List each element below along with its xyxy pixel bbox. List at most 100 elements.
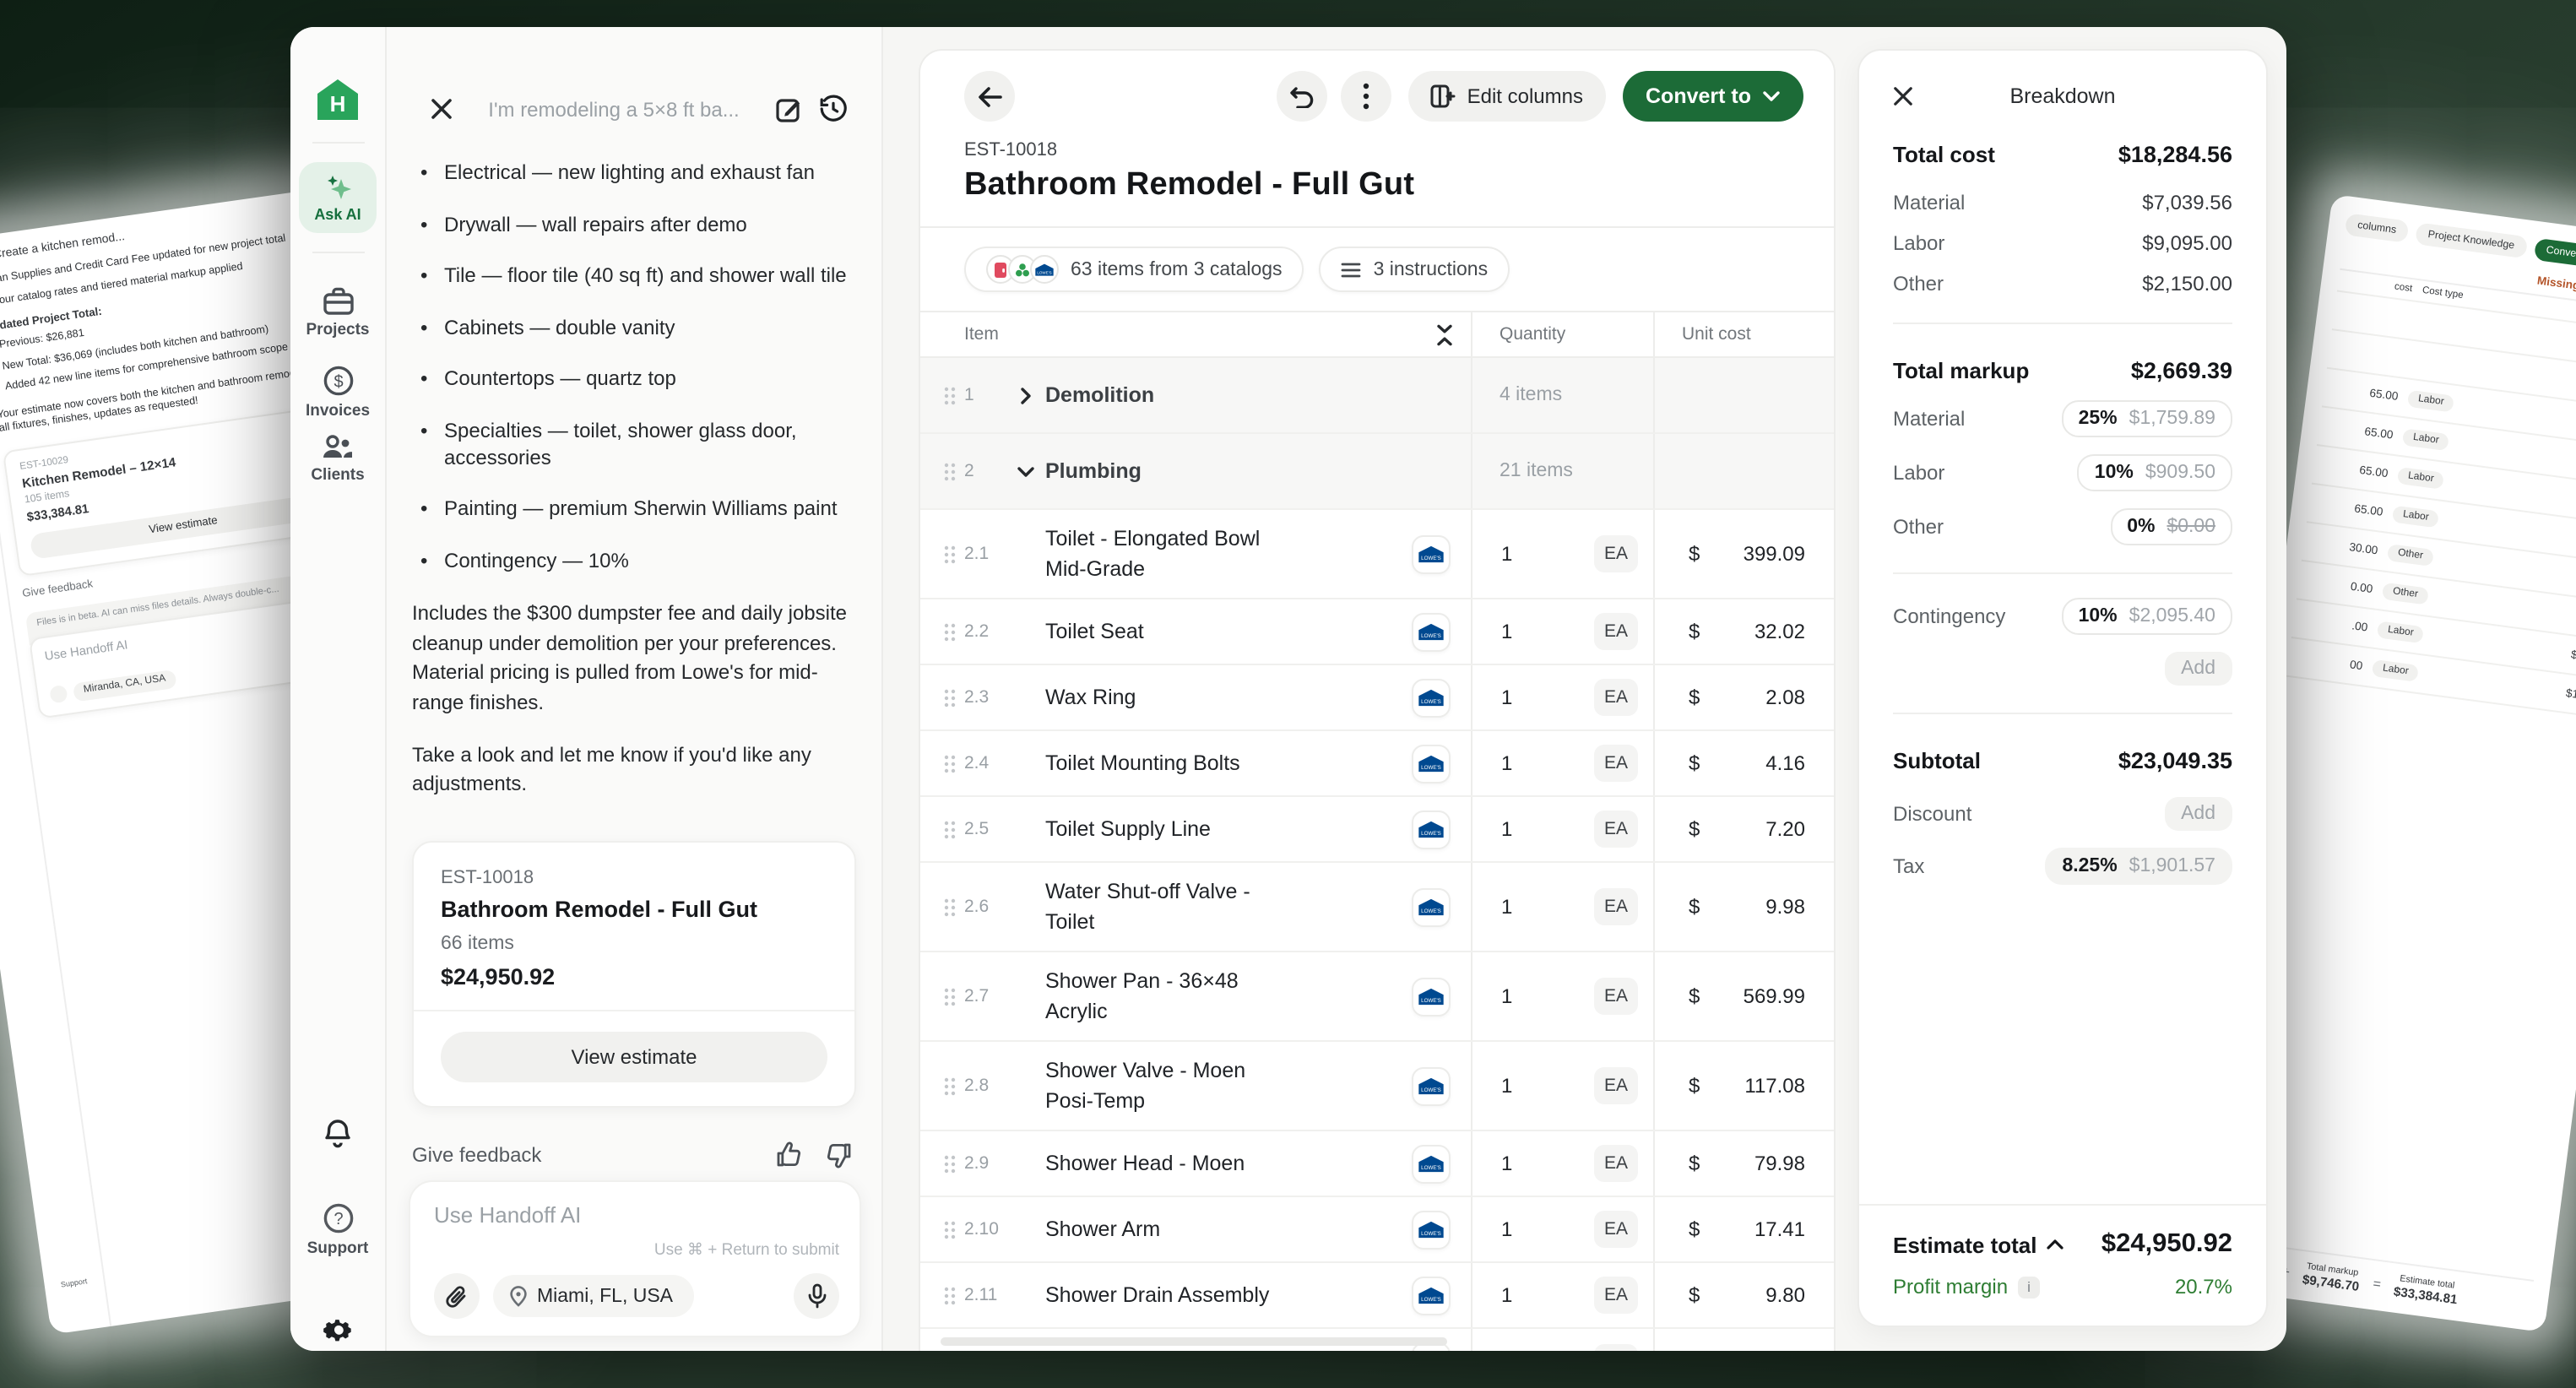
unit-chip[interactable]: EA bbox=[1594, 1277, 1638, 1314]
unit-cost-value[interactable]: 79.98 bbox=[1754, 1152, 1836, 1175]
table-row[interactable]: 2.5Toilet Supply LineLOWE'S 1EA $7.20 bbox=[920, 797, 1834, 863]
unit-chip[interactable]: EA bbox=[1594, 535, 1638, 572]
drag-handle-icon[interactable] bbox=[934, 1154, 964, 1173]
lowes-catalog-icon[interactable]: LOWE'S bbox=[1412, 1210, 1451, 1249]
tax-input[interactable]: 8.25%$1,901.57 bbox=[2045, 848, 2232, 885]
unit-chip[interactable]: EA bbox=[1594, 745, 1638, 782]
horizontal-scrollbar[interactable] bbox=[941, 1337, 1447, 1346]
quantity-value[interactable]: 1 bbox=[1472, 1217, 1594, 1241]
table-row[interactable]: 2.4Toilet Mounting BoltsLOWE'S 1EA $4.16 bbox=[920, 731, 1834, 797]
thumbs-down-button[interactable] bbox=[826, 1141, 853, 1168]
drag-handle-icon[interactable] bbox=[934, 622, 964, 641]
lowes-catalog-icon[interactable]: LOWE'S bbox=[1412, 977, 1451, 1016]
lowes-catalog-icon[interactable]: LOWE'S bbox=[1412, 744, 1451, 783]
group-row-plumbing[interactable]: 2 Plumbing 21 items bbox=[920, 434, 1834, 510]
group-row-demolition[interactable]: 1 Demolition 4 items bbox=[920, 358, 1834, 434]
lowes-catalog-icon[interactable]: LOWE'S bbox=[1412, 1066, 1451, 1105]
labor-markup-input[interactable]: 10%$909.50 bbox=[2078, 454, 2232, 491]
add-discount-button[interactable]: Add bbox=[2164, 797, 2232, 831]
drag-handle-icon[interactable] bbox=[934, 688, 964, 707]
quantity-value[interactable]: 1 bbox=[1472, 542, 1594, 566]
table-row[interactable]: 2.2Toilet SeatLOWE'S 1EA $32.02 bbox=[920, 599, 1834, 665]
chevron-right-icon[interactable] bbox=[1005, 386, 1045, 404]
estimate-total-label[interactable]: Estimate total bbox=[1893, 1232, 2064, 1257]
new-chat-icon[interactable] bbox=[775, 95, 802, 122]
convert-to-button[interactable]: Convert to bbox=[1622, 71, 1803, 122]
unit-cost-value[interactable]: 4.16 bbox=[1765, 751, 1836, 775]
drag-handle-icon[interactable] bbox=[934, 1286, 964, 1304]
unit-cost-value[interactable]: 117.08 bbox=[1744, 1074, 1836, 1098]
notifications-button[interactable] bbox=[290, 1118, 385, 1150]
instructions-badge[interactable]: 3 instructions bbox=[1320, 247, 1510, 292]
chevron-down-icon[interactable] bbox=[1005, 465, 1045, 477]
drag-handle-icon[interactable] bbox=[934, 1076, 964, 1095]
back-button[interactable] bbox=[964, 71, 1015, 122]
unit-chip[interactable]: EA bbox=[1594, 1211, 1638, 1248]
quantity-value[interactable]: 1 bbox=[1472, 1350, 1594, 1351]
quantity-value[interactable]: 1 bbox=[1472, 817, 1594, 841]
attach-button[interactable] bbox=[434, 1273, 480, 1319]
quantity-value[interactable]: 1 bbox=[1472, 751, 1594, 775]
unit-cost-value[interactable]: 399.09 bbox=[1744, 542, 1836, 566]
unit-cost-value[interactable]: 9.98 bbox=[1765, 895, 1836, 919]
table-row[interactable]: 2.10Shower ArmLOWE'S 1EA $17.41 bbox=[920, 1197, 1834, 1263]
add-contingency-button[interactable]: Add bbox=[2164, 652, 2232, 686]
chat-composer[interactable]: Use Handoff AI Use ⌘ + Return to submit … bbox=[409, 1180, 861, 1337]
view-estimate-button[interactable]: View estimate bbox=[441, 1031, 827, 1082]
sidebar-item-clients[interactable]: Clients bbox=[290, 432, 385, 485]
drag-handle-icon[interactable] bbox=[934, 754, 964, 773]
sidebar-item-ask-ai[interactable]: Ask AI bbox=[290, 162, 385, 233]
unit-cost-value[interactable]: 2.08 bbox=[1765, 686, 1836, 709]
drag-handle-icon[interactable] bbox=[934, 1220, 964, 1239]
unit-cost-value[interactable]: 569.99 bbox=[1744, 984, 1836, 1008]
unit-chip[interactable]: EA bbox=[1594, 613, 1638, 650]
collapse-all-button[interactable] bbox=[1435, 323, 1454, 345]
unit-chip[interactable]: EA bbox=[1594, 978, 1638, 1015]
drag-handle-icon[interactable] bbox=[934, 386, 964, 404]
drag-handle-icon[interactable] bbox=[934, 462, 964, 480]
quantity-value[interactable]: 1 bbox=[1472, 1283, 1594, 1307]
settings-button[interactable] bbox=[290, 1314, 385, 1346]
location-chip[interactable]: Miami, FL, USA bbox=[493, 1275, 693, 1317]
lowes-catalog-icon[interactable]: LOWE'S bbox=[1412, 887, 1451, 926]
table-row[interactable]: 2.3Wax RingLOWE'S 1EA $2.08 bbox=[920, 665, 1834, 731]
unit-chip[interactable]: EA bbox=[1594, 811, 1638, 848]
sidebar-item-projects[interactable]: Projects bbox=[290, 287, 385, 339]
drag-handle-icon[interactable] bbox=[934, 545, 964, 563]
quantity-value[interactable]: 1 bbox=[1472, 1074, 1594, 1098]
lowes-catalog-icon[interactable]: LOWE'S bbox=[1412, 678, 1451, 717]
quantity-value[interactable]: 1 bbox=[1472, 1152, 1594, 1175]
unit-cost-value[interactable]: 17.41 bbox=[1754, 1217, 1836, 1241]
drag-handle-icon[interactable] bbox=[934, 897, 964, 916]
unit-chip[interactable]: EA bbox=[1594, 888, 1638, 925]
drag-handle-icon[interactable] bbox=[934, 987, 964, 1006]
unit-cost-value[interactable]: 32.02 bbox=[1754, 620, 1836, 643]
sidebar-item-support[interactable]: ? Support bbox=[290, 1202, 385, 1258]
table-row[interactable]: 2.11Shower Drain AssemblyLOWE'S 1EA $9.8… bbox=[920, 1263, 1834, 1329]
lowes-catalog-icon[interactable]: LOWE'S bbox=[1412, 612, 1451, 651]
unit-chip[interactable]: EA bbox=[1594, 679, 1638, 716]
lowes-catalog-icon[interactable]: LOWE'S bbox=[1412, 1144, 1451, 1183]
contingency-input[interactable]: 10%$2,095.40 bbox=[2062, 598, 2232, 635]
material-markup-input[interactable]: 25%$1,759.89 bbox=[2062, 400, 2232, 437]
unit-cost-value[interactable]: 9.80 bbox=[1765, 1283, 1836, 1307]
quantity-value[interactable]: 1 bbox=[1472, 686, 1594, 709]
unit-chip[interactable]: EA bbox=[1594, 1145, 1638, 1182]
lowes-catalog-icon[interactable]: LOWE'S bbox=[1412, 1276, 1451, 1315]
table-row[interactable]: 2.8Shower Valve - MoenPosi-TempLOWE'S 1E… bbox=[920, 1042, 1834, 1131]
table-row[interactable]: 2.1Toilet - Elongated BowlMid-GradeLOWE'… bbox=[920, 510, 1834, 599]
history-icon[interactable] bbox=[819, 95, 848, 123]
quantity-value[interactable]: 1 bbox=[1472, 620, 1594, 643]
lowes-catalog-icon[interactable]: LOWE'S bbox=[1412, 810, 1451, 849]
info-icon[interactable]: i bbox=[2018, 1276, 2040, 1298]
thumbs-up-button[interactable] bbox=[775, 1141, 802, 1168]
quantity-value[interactable]: 1 bbox=[1472, 984, 1594, 1008]
unit-chip[interactable]: EA bbox=[1594, 1343, 1638, 1351]
table-row[interactable]: 2.6Water Shut-off Valve -ToiletLOWE'S 1E… bbox=[920, 863, 1834, 952]
close-icon[interactable] bbox=[1893, 86, 1913, 106]
quantity-value[interactable]: 1 bbox=[1472, 895, 1594, 919]
unit-cost-value[interactable]: 7.20 bbox=[1765, 817, 1836, 841]
unit-chip[interactable]: EA bbox=[1594, 1067, 1638, 1104]
lowes-catalog-icon[interactable]: LOWE'S bbox=[1412, 534, 1451, 573]
more-options-button[interactable] bbox=[1341, 71, 1391, 122]
